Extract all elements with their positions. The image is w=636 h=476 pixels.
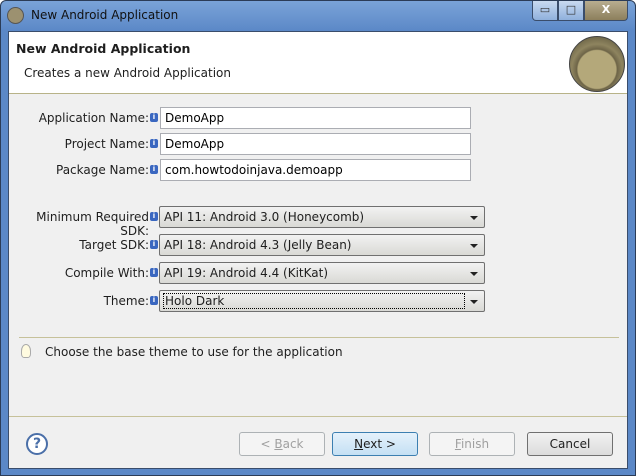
- divider: [9, 416, 627, 417]
- package-name-label: Package Name:: [56, 163, 149, 177]
- compile-with-value: API 19: Android 4.4 (KitKat): [164, 266, 329, 280]
- next-label: ext >: [363, 437, 396, 451]
- wizard-subtitle: Creates a new Android Application: [24, 66, 231, 80]
- target-sdk-label: Target SDK:: [79, 238, 149, 252]
- info-icon: i: [150, 240, 158, 249]
- wizard-header: New Android Application Creates a new An…: [9, 32, 627, 94]
- cancel-button[interactable]: Cancel: [527, 432, 613, 456]
- next-button[interactable]: Next >: [332, 432, 418, 456]
- android-app-icon: [7, 7, 24, 24]
- compile-with-label: Compile With:: [64, 266, 149, 280]
- min-sdk-select[interactable]: API 11: Android 3.0 (Honeycomb): [159, 206, 485, 228]
- target-sdk-value: API 18: Android 4.3 (Jelly Bean): [164, 238, 352, 252]
- close-icon: X: [601, 3, 611, 16]
- app-name-input[interactable]: [160, 107, 471, 129]
- dialog-content: New Android Application Creates a new An…: [8, 31, 628, 469]
- project-name-input[interactable]: [160, 133, 471, 155]
- wizard-title: New Android Application: [16, 41, 191, 56]
- divider: [19, 337, 619, 338]
- project-name-label: Project Name:: [64, 137, 149, 151]
- info-icon: i: [150, 296, 158, 305]
- chevron-down-icon: [470, 216, 478, 220]
- package-name-input[interactable]: [160, 159, 471, 181]
- title-bar[interactable]: New Android Application ▭ □ X: [1, 1, 635, 31]
- help-button[interactable]: ?: [26, 433, 48, 455]
- compile-with-select[interactable]: API 19: Android 4.4 (KitKat): [159, 262, 485, 284]
- minimize-button[interactable]: ▭: [532, 1, 558, 21]
- dialog-window: New Android Application ▭ □ X New Androi…: [0, 0, 636, 476]
- back-label: ack: [282, 437, 304, 451]
- maximize-icon: □: [565, 3, 577, 16]
- back-button[interactable]: < Back: [239, 432, 325, 456]
- theme-select[interactable]: Holo Dark: [159, 290, 485, 312]
- chevron-down-icon: [470, 272, 478, 276]
- theme-label: Theme:: [103, 294, 149, 308]
- app-name-label: Application Name:: [38, 111, 149, 125]
- min-sdk-value: API 11: Android 3.0 (Honeycomb): [164, 210, 365, 224]
- finish-label: inish: [460, 437, 490, 451]
- window-title: New Android Application: [31, 8, 179, 22]
- min-sdk-label: Minimum Required SDK:: [36, 210, 149, 238]
- chevron-down-icon: [470, 244, 478, 248]
- info-icon: i: [150, 139, 158, 148]
- chevron-down-icon: [470, 300, 478, 304]
- info-icon: i: [150, 212, 158, 221]
- next-mnemonic: N: [354, 437, 364, 451]
- info-icon: i: [150, 113, 158, 122]
- info-icon: i: [150, 268, 158, 277]
- maximize-button[interactable]: □: [558, 1, 584, 21]
- close-button[interactable]: X: [584, 1, 628, 21]
- info-icon: i: [150, 165, 158, 174]
- back-label-prefix: <: [260, 437, 275, 451]
- lightbulb-icon: [21, 344, 31, 358]
- hint-text: Choose the base theme to use for the app…: [45, 345, 343, 359]
- help-icon: ?: [32, 436, 42, 452]
- theme-value: Holo Dark: [163, 293, 465, 309]
- finish-button[interactable]: Finish: [429, 432, 515, 456]
- android-logo-icon: [569, 36, 625, 92]
- minimize-icon: ▭: [539, 3, 551, 16]
- back-mnemonic: B: [274, 437, 283, 451]
- target-sdk-select[interactable]: API 18: Android 4.3 (Jelly Bean): [159, 234, 485, 256]
